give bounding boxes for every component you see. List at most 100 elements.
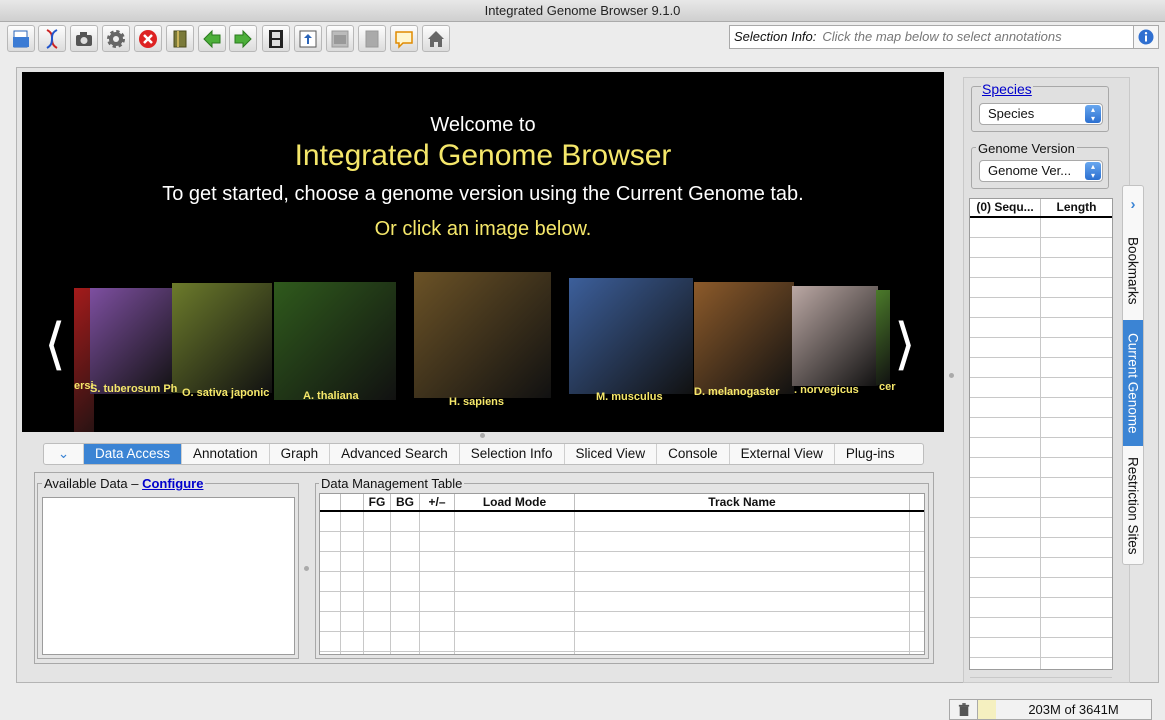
dmt-col-plus-minus[interactable]: +/– <box>420 494 455 510</box>
trash-icon[interactable] <box>950 700 978 719</box>
table-row[interactable] <box>320 591 924 592</box>
dmt-col-load-mode[interactable]: Load Mode <box>455 494 575 510</box>
table-row[interactable] <box>970 337 1112 338</box>
tab-sliced-view[interactable]: Sliced View <box>565 444 658 464</box>
available-data-tree[interactable] <box>42 497 295 655</box>
table-row[interactable] <box>970 517 1112 518</box>
genome-version-label: Genome Version <box>976 141 1077 156</box>
species-link[interactable]: Species <box>981 81 1033 97</box>
data-management-table[interactable]: FG BG +/– Load Mode Track Name <box>319 493 925 655</box>
species-image[interactable] <box>90 288 172 394</box>
species-image[interactable] <box>876 290 890 385</box>
table-row[interactable] <box>970 417 1112 418</box>
table-row[interactable] <box>320 571 924 572</box>
species-image[interactable] <box>414 272 551 398</box>
data-management-legend: Data Management Table <box>319 476 465 491</box>
table-col-line <box>390 512 391 654</box>
species-image[interactable] <box>172 283 272 393</box>
table-row[interactable] <box>970 557 1112 558</box>
gear-icon[interactable] <box>102 25 130 52</box>
welcome-instructions: To get started, choose a genome version … <box>162 183 804 205</box>
vtab-restriction-sites[interactable]: Restriction Sites <box>1123 448 1143 563</box>
table-row[interactable] <box>320 531 924 532</box>
tab-annotation[interactable]: Annotation <box>182 444 270 464</box>
table-row[interactable] <box>970 577 1112 578</box>
seq-col-sequence[interactable]: (0) Sequ... <box>970 199 1041 216</box>
selection-info-field[interactable]: Selection Info: Click the map below to se… <box>729 25 1159 49</box>
species-image[interactable] <box>274 282 396 400</box>
table-row[interactable] <box>970 457 1112 458</box>
configure-link[interactable]: Configure <box>142 476 203 491</box>
table-row[interactable] <box>970 597 1112 598</box>
tab-graph[interactable]: Graph <box>270 444 331 464</box>
film-icon[interactable] <box>262 25 290 52</box>
tab-console[interactable]: Console <box>657 444 730 464</box>
stepper-arrows-icon: ▴ ▾ <box>1085 105 1101 123</box>
comment-icon[interactable] <box>390 25 418 52</box>
dmt-col-track-name[interactable]: Track Name <box>575 494 910 510</box>
dmt-col-fg[interactable]: FG <box>364 494 391 510</box>
chevron-down-icon[interactable]: ⌄ <box>44 444 84 464</box>
table-row[interactable] <box>970 617 1112 618</box>
table-row[interactable] <box>320 611 924 612</box>
open-file-icon[interactable] <box>7 25 35 52</box>
table-row[interactable] <box>970 377 1112 378</box>
back-arrow-icon[interactable] <box>198 25 226 52</box>
vtab-bookmarks[interactable]: Bookmarks <box>1123 226 1143 316</box>
species-select[interactable]: Species ▴ ▾ <box>979 103 1103 125</box>
species-image[interactable] <box>694 282 794 394</box>
split-handle-icon[interactable] <box>949 373 954 378</box>
table-row[interactable] <box>970 537 1112 538</box>
dmt-col-1[interactable] <box>341 494 364 510</box>
stop-icon[interactable] <box>134 25 162 52</box>
table-col-line <box>1040 218 1041 669</box>
species-select-value: Species <box>988 106 1035 121</box>
selection-info-placeholder: Click the map below to select annotation… <box>822 29 1062 44</box>
table-row[interactable] <box>970 277 1112 278</box>
tab-data-access[interactable]: Data Access <box>84 444 183 464</box>
window-icon <box>326 25 354 52</box>
forward-arrow-icon[interactable] <box>229 25 257 52</box>
welcome-panel[interactable]: Welcome to Integrated Genome Browser To … <box>22 72 944 432</box>
genome-version-select[interactable]: Genome Ver... ▴ ▾ <box>979 160 1103 182</box>
home-icon[interactable] <box>422 25 450 52</box>
species-image[interactable] <box>792 286 878 386</box>
species-image[interactable] <box>569 278 693 394</box>
tab-external-view[interactable]: External View <box>730 444 835 464</box>
table-row[interactable] <box>970 437 1112 438</box>
dna-icon[interactable] <box>38 25 66 52</box>
carousel-next-icon[interactable]: ⟩ <box>894 316 916 372</box>
split-handle-icon[interactable] <box>480 433 485 438</box>
table-row[interactable] <box>970 357 1112 358</box>
table-row[interactable] <box>970 257 1112 258</box>
table-row[interactable] <box>320 651 924 652</box>
table-row[interactable] <box>970 677 1112 678</box>
camera-icon[interactable] <box>70 25 98 52</box>
collapse-chevron-icon[interactable]: › <box>1123 186 1143 224</box>
table-row[interactable] <box>320 551 924 552</box>
sequence-table[interactable]: (0) Sequ... Length <box>969 198 1113 678</box>
tab-advanced-search[interactable]: Advanced Search <box>330 444 460 464</box>
table-row[interactable] <box>970 497 1112 498</box>
table-row[interactable] <box>970 297 1112 298</box>
table-row[interactable] <box>970 477 1112 478</box>
table-row[interactable] <box>970 657 1112 658</box>
memory-status: 203M of 3641M <box>949 699 1152 720</box>
table-row[interactable] <box>970 317 1112 318</box>
bookmark-icon[interactable] <box>166 25 194 52</box>
table-row[interactable] <box>970 637 1112 638</box>
vtab-current-genome[interactable]: Current Genome <box>1123 320 1143 446</box>
upload-icon[interactable] <box>294 25 322 52</box>
seq-col-length[interactable]: Length <box>1041 199 1112 216</box>
dmt-col-bg[interactable]: BG <box>391 494 420 510</box>
table-row[interactable] <box>320 631 924 632</box>
table-row[interactable] <box>970 397 1112 398</box>
tab-plug-ins[interactable]: Plug-ins <box>835 444 906 464</box>
table-col-line <box>363 512 364 654</box>
dmt-col-end[interactable] <box>910 494 924 510</box>
info-icon[interactable] <box>1133 26 1158 48</box>
table-row[interactable] <box>970 237 1112 238</box>
tab-selection-info[interactable]: Selection Info <box>460 444 565 464</box>
carousel-prev-icon[interactable]: ⟨ <box>44 316 66 372</box>
dmt-col-0[interactable] <box>320 494 341 510</box>
